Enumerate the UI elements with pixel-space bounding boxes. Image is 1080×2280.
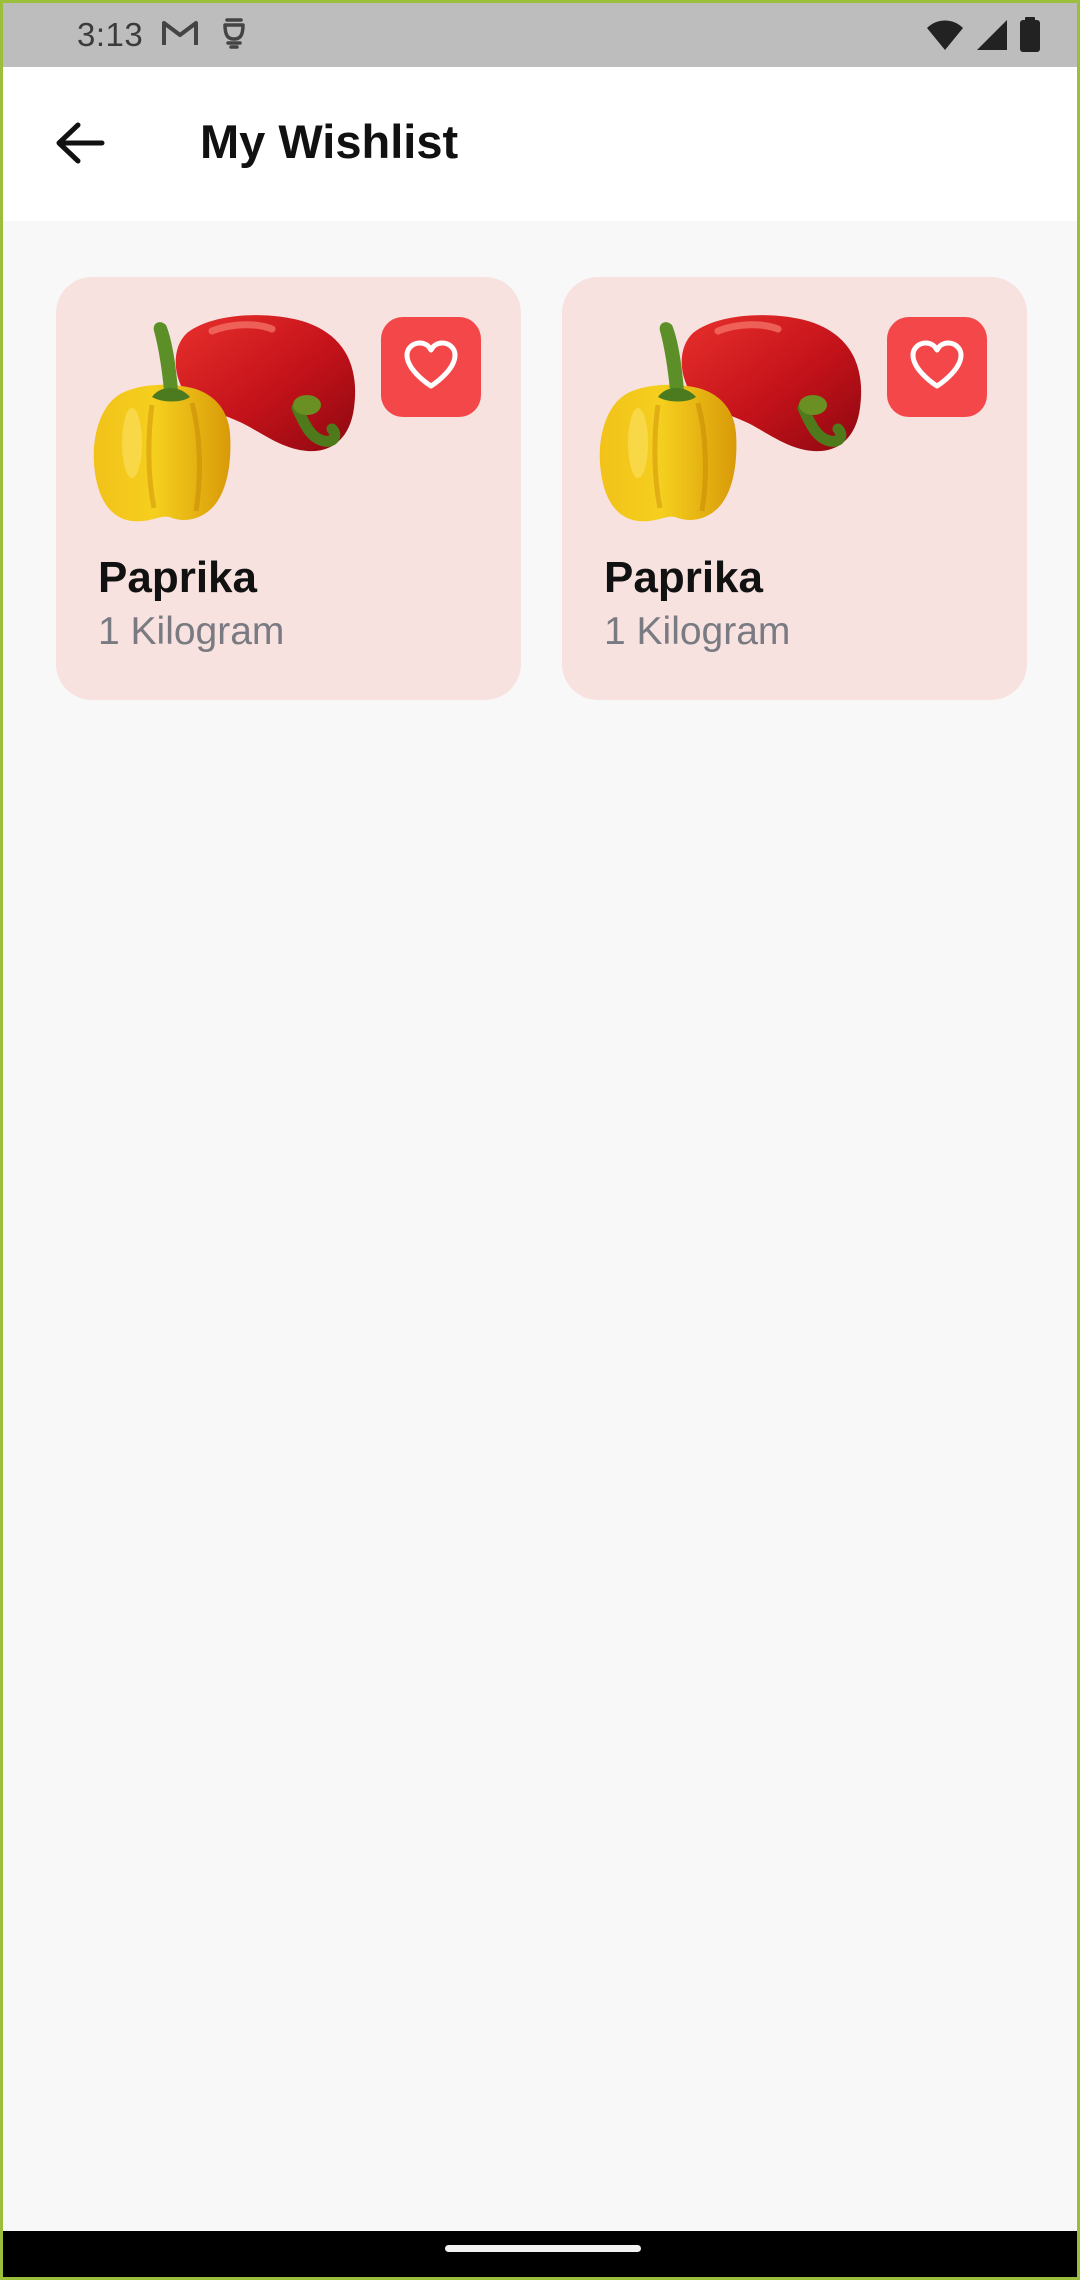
favorite-button[interactable] [887, 317, 987, 417]
status-system-icons [925, 17, 1041, 58]
status-time: 3:13 [77, 16, 144, 53]
cell-signal-icon [975, 18, 1009, 57]
wishlist-screen: 3:13 My Wishlist Paprika 1 Kilogram Papr… [0, 0, 1080, 2280]
product-quantity: 1 Kilogram [98, 610, 285, 653]
wishlist-item-card[interactable]: Paprika 1 Kilogram [562, 277, 1027, 700]
favorite-button[interactable] [381, 317, 481, 417]
back-button[interactable] [45, 115, 115, 175]
product-image [92, 313, 358, 523]
product-name: Paprika [98, 553, 257, 602]
arrow-back-icon [54, 121, 106, 170]
heart-icon [403, 340, 459, 395]
wishlist-grid: Paprika 1 Kilogram Paprika 1 Kilogram [56, 277, 1027, 700]
product-image [598, 313, 864, 523]
status-notification-icons [161, 17, 247, 54]
product-name: Paprika [604, 553, 763, 602]
battery-icon [1019, 17, 1041, 58]
heart-icon [909, 340, 965, 395]
navigation-bar [3, 2231, 1077, 2277]
sim-icon [221, 17, 247, 54]
page-title: My Wishlist [200, 115, 459, 168]
gmail-icon [161, 18, 199, 53]
product-quantity: 1 Kilogram [604, 610, 791, 653]
wishlist-item-card[interactable]: Paprika 1 Kilogram [56, 277, 521, 700]
wifi-icon [925, 18, 965, 57]
home-gesture-handle[interactable] [445, 2245, 641, 2252]
app-bar: My Wishlist [3, 67, 1077, 221]
status-bar: 3:13 [3, 3, 1077, 67]
